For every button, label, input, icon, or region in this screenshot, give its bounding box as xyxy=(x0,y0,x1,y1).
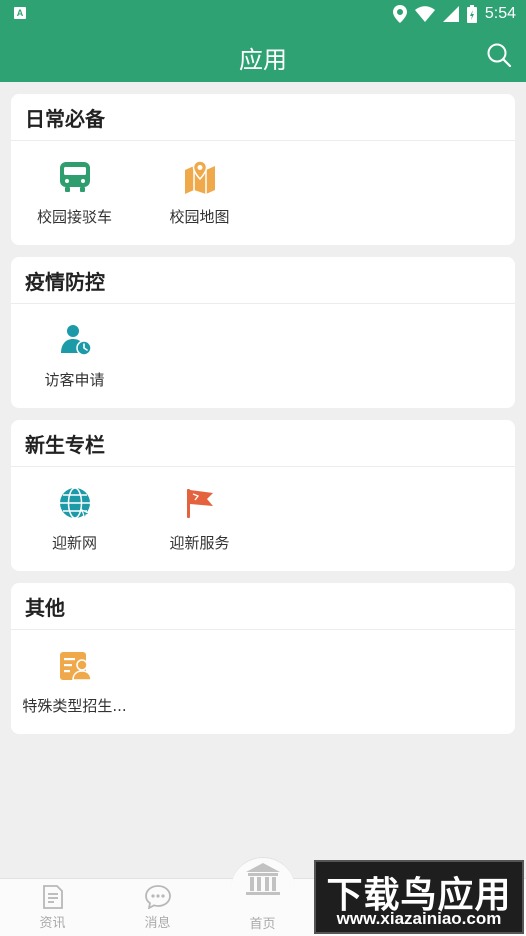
app-notification-icon: A xyxy=(14,7,26,19)
signal-icon xyxy=(442,6,459,22)
location-icon xyxy=(392,5,407,23)
app-tile-visitor-application[interactable]: 访客申请 xyxy=(12,304,137,407)
watermark-logo: 下载鸟应用 www.xiazainiao.com xyxy=(314,860,524,934)
tile-label: 迎新网 xyxy=(51,534,97,552)
section-daily-essentials: 日常必备 校园接驳车 校园地图 xyxy=(11,94,515,245)
app-tile-special-admissions[interactable]: 特殊类型招生... xyxy=(12,630,137,733)
status-bar: A 5:54 xyxy=(0,0,526,28)
tile-label: 访客申请 xyxy=(44,371,105,389)
app-tile-welcome-website[interactable]: 迎新网 xyxy=(12,467,137,570)
home-building-icon[interactable] xyxy=(242,862,284,896)
search-icon[interactable] xyxy=(486,42,512,68)
news-icon xyxy=(42,885,63,909)
battery-icon xyxy=(466,5,477,23)
section-epidemic-prevention: 疫情防控 访客申请 xyxy=(11,257,515,408)
tile-label: 特殊类型招生... xyxy=(22,697,127,715)
app-tile-campus-shuttle[interactable]: 校园接驳车 xyxy=(12,141,137,244)
section-title: 日常必备 xyxy=(25,106,105,131)
tab-label: 资讯 xyxy=(39,916,66,931)
map-icon xyxy=(184,160,215,194)
status-time: 5:54 xyxy=(484,5,516,22)
section-other: 其他 特殊类型招生... xyxy=(11,583,515,734)
section-freshman-column: 新生专栏 迎新网 迎新服务 xyxy=(11,420,515,571)
tab-messages[interactable]: 消息 xyxy=(105,879,210,936)
flag-icon xyxy=(186,489,213,518)
page-title: 应用 xyxy=(239,46,287,74)
message-icon xyxy=(144,885,171,909)
bus-icon xyxy=(59,162,90,192)
app-bar: 应用 xyxy=(0,28,526,82)
watermark-url: www.xiazainiao.com xyxy=(336,909,502,928)
tab-home-label: 首页 xyxy=(249,917,276,932)
wifi-icon xyxy=(414,6,435,22)
section-title: 新生专栏 xyxy=(25,432,105,457)
app-tile-campus-map[interactable]: 校园地图 xyxy=(137,141,262,244)
globe-icon xyxy=(59,487,92,520)
tab-news[interactable]: 资讯 xyxy=(0,879,105,936)
section-title: 疫情防控 xyxy=(25,269,105,294)
app-tile-welcome-service[interactable]: 迎新服务 xyxy=(137,467,262,570)
tile-label: 校园地图 xyxy=(169,208,230,226)
tile-label: 校园接驳车 xyxy=(36,208,112,226)
id-card-icon xyxy=(59,652,92,681)
tile-label: 迎新服务 xyxy=(169,534,230,552)
visitor-icon xyxy=(60,325,92,356)
tab-label: 消息 xyxy=(144,916,171,931)
section-title: 其他 xyxy=(25,595,65,620)
